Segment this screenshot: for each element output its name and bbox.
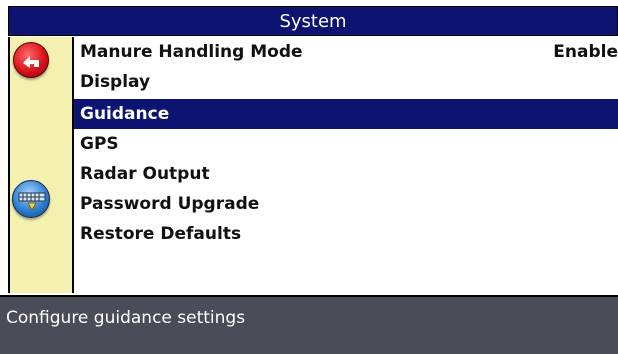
- menu-item-guidance[interactable]: Guidance: [74, 99, 618, 129]
- menu-item-password-upgrade[interactable]: Password Upgrade: [74, 189, 618, 219]
- settings-menu-list: Manure Handling Mode Enable Display Guid…: [74, 37, 618, 293]
- menu-item-gps[interactable]: GPS: [74, 129, 618, 159]
- satellite-icon: [18, 192, 46, 211]
- status-text: Configure guidance settings: [6, 308, 246, 328]
- menu-item-label: Guidance: [80, 104, 170, 124]
- menu-item-label: Password Upgrade: [80, 194, 260, 214]
- manure-handling-mode-value: Enable: [553, 42, 618, 62]
- status-bar: Configure guidance settings: [0, 295, 618, 354]
- page-title: System: [8, 6, 618, 36]
- back-button[interactable]: [13, 42, 49, 78]
- menu-item-label: GPS: [80, 134, 119, 154]
- menu-item-label: Restore Defaults: [80, 224, 242, 244]
- menu-item-label: Manure Handling Mode: [80, 42, 303, 62]
- system-screen: System Manure Handling Mode Enable Displ…: [0, 0, 618, 354]
- menu-item-radar-output[interactable]: Radar Output: [74, 159, 618, 189]
- menu-item-restore-defaults[interactable]: Restore Defaults: [74, 219, 618, 249]
- menu-item-label: Display: [80, 72, 151, 92]
- menu-item-label: Radar Output: [80, 164, 210, 184]
- sidebar: [8, 37, 74, 293]
- menu-item-display[interactable]: Display: [74, 67, 618, 97]
- back-arrow-icon: [23, 56, 39, 68]
- menu-item-manure-handling-mode[interactable]: Manure Handling Mode Enable: [74, 37, 618, 67]
- gps-status-button[interactable]: [12, 180, 50, 218]
